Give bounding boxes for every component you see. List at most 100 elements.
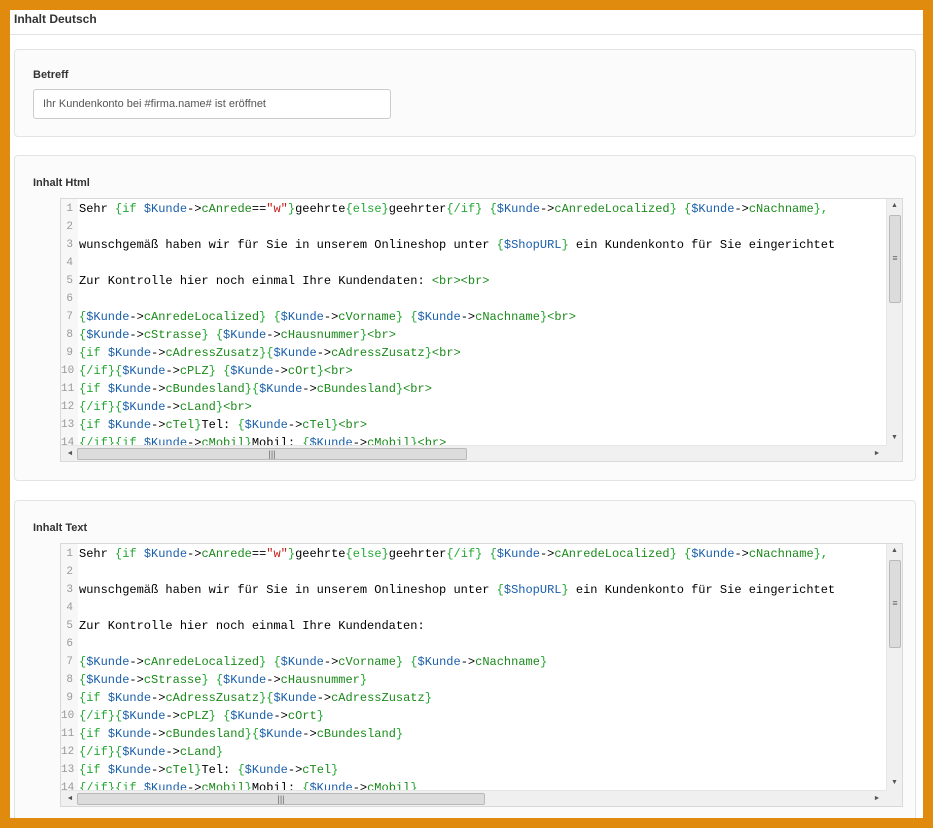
- horizontal-scroll-thumb[interactable]: |||: [77, 793, 485, 805]
- text-code-editor[interactable]: 1 Sehr {if $Kunde->cAnrede=="w"}geehrte{e…: [60, 543, 903, 807]
- code-line[interactable]: 1 Sehr {if $Kunde->cAnrede=="w"}geehrte{e…: [61, 545, 886, 563]
- code-line[interactable]: 12 {/if}{$Kunde->cLand}: [61, 743, 886, 761]
- line-number: 8: [66, 674, 73, 686]
- code-line[interactable]: 14 {/if}{if $Kunde->cMobil}Mobil: {$Kunde…: [61, 434, 886, 445]
- code-line[interactable]: 7 {$Kunde->cAnredeLocalized} {$Kunde->cVo…: [61, 653, 886, 671]
- code-line[interactable]: 4: [61, 254, 886, 272]
- scroll-up-icon[interactable]: ▲: [887, 544, 902, 558]
- code-token: {: [489, 202, 497, 216]
- html-code-editor[interactable]: 1 Sehr {if $Kunde->cAnrede=="w"}geehrte{e…: [60, 198, 903, 462]
- scroll-left-icon[interactable]: ◄: [63, 446, 77, 461]
- code-token: {if: [79, 691, 108, 705]
- line-number: 4: [66, 602, 73, 614]
- code-line[interactable]: 5 Zur Kontrolle hier noch einmal Ihre Kun…: [61, 617, 886, 635]
- vertical-scroll-thumb[interactable]: ≡: [889, 560, 901, 648]
- code-line-text: {/if}{$Kunde->cLand}: [79, 743, 223, 761]
- code-line[interactable]: 10 {/if}{$Kunde->cPLZ} {$Kunde->cOrt}<br>: [61, 362, 886, 380]
- code-line-text: {$Kunde->cStrasse} {$Kunde->cHausnummer}: [79, 671, 367, 689]
- code-line[interactable]: 4: [61, 599, 886, 617]
- code-line[interactable]: 8 {$Kunde->cStrasse} {$Kunde->cHausnummer…: [61, 671, 886, 689]
- code-token: cHausnummer: [280, 673, 360, 687]
- code-line-text: {/if}{if $Kunde->cMobil}Mobil: {$Kunde->…: [79, 434, 446, 445]
- line-number: 7: [66, 656, 73, 668]
- code-line[interactable]: 6: [61, 635, 886, 653]
- code-token: $Kunde: [417, 655, 461, 669]
- horizontal-scroll-thumb[interactable]: |||: [77, 448, 467, 460]
- scroll-down-icon[interactable]: ▼: [887, 776, 902, 790]
- code-area[interactable]: 1 Sehr {if $Kunde->cAnrede=="w"}geehrte{e…: [61, 200, 886, 445]
- code-token: ->: [352, 781, 368, 790]
- scroll-down-icon[interactable]: ▼: [887, 431, 902, 445]
- code-token: cPLZ: [179, 364, 209, 378]
- code-token: ->: [323, 310, 339, 324]
- code-token: cAdressZusatz: [331, 346, 425, 360]
- code-line[interactable]: 5 Zur Kontrolle hier noch einmal Ihre Kun…: [61, 272, 886, 290]
- code-token: {: [410, 655, 418, 669]
- code-token: Mobil:: [251, 781, 303, 790]
- horizontal-scrollbar[interactable]: ◄ ||| ►: [61, 445, 886, 461]
- horizontal-scrollbar[interactable]: ◄ ||| ►: [61, 790, 886, 806]
- code-token: ->: [287, 418, 303, 432]
- code-line[interactable]: 13 {if $Kunde->cTel}Tel: {$Kunde->cTel}: [61, 761, 886, 779]
- scroll-up-icon[interactable]: ▲: [887, 199, 902, 213]
- code-line[interactable]: 14 {/if}{if $Kunde->cMobil}Mobil: {$Kunde…: [61, 779, 886, 790]
- code-token: {if: [79, 763, 108, 777]
- code-token: ->: [187, 202, 202, 216]
- code-token: $Kunde: [122, 364, 166, 378]
- code-line[interactable]: 13 {if $Kunde->cTel}Tel: {$Kunde->cTel}<b…: [61, 416, 886, 434]
- code-token: $Kunde: [107, 727, 152, 741]
- code-token: {/if}{: [79, 364, 123, 378]
- scroll-right-icon[interactable]: ►: [870, 446, 884, 461]
- code-token: }: [316, 364, 324, 378]
- code-line[interactable]: 3 wunschgemäß haben wir für Sie in unsere…: [61, 236, 886, 254]
- code-token: ->: [129, 655, 144, 669]
- code-token: ->: [302, 382, 317, 396]
- code-token: geehrte: [295, 547, 346, 561]
- code-line[interactable]: 8 {$Kunde->cStrasse} {$Kunde->cHausnummer…: [61, 326, 886, 344]
- code-token: {/if}: [446, 202, 483, 216]
- vertical-scroll-thumb[interactable]: ≡: [889, 215, 901, 303]
- code-line[interactable]: 11 {if $Kunde->cBundesland}{$Kunde->cBund…: [61, 380, 886, 398]
- code-line[interactable]: 2: [61, 563, 886, 581]
- page-title: Inhalt Deutsch: [14, 12, 97, 26]
- vertical-scrollbar[interactable]: ▲ ≡ ▼: [886, 199, 902, 445]
- line-number: 1: [66, 203, 73, 215]
- scroll-right-icon[interactable]: ►: [870, 791, 884, 806]
- code-token: cOrt: [287, 709, 317, 723]
- code-token: cLand: [179, 400, 216, 414]
- line-number: 3: [66, 239, 73, 251]
- line-number: 13: [61, 764, 75, 776]
- code-token: <br>: [367, 328, 396, 342]
- line-number: 3: [66, 584, 73, 596]
- code-token: }: [244, 436, 252, 445]
- code-line[interactable]: 7 {$Kunde->cAnredeLocalized} {$Kunde->cVo…: [61, 308, 886, 326]
- code-token: Sehr: [79, 547, 116, 561]
- subject-input[interactable]: Ihr Kundenkonto bei #firma.name# ist erö…: [33, 89, 391, 119]
- code-token: }: [395, 655, 404, 669]
- vertical-scrollbar[interactable]: ▲ ≡ ▼: [886, 544, 902, 790]
- code-line[interactable]: 2: [61, 218, 886, 236]
- grip-icon: |||: [277, 794, 285, 804]
- code-line[interactable]: 1 Sehr {if $Kunde->cAnrede=="w"}geehrte{e…: [61, 200, 886, 218]
- code-line[interactable]: 11 {if $Kunde->cBundesland}{$Kunde->cBund…: [61, 725, 886, 743]
- code-token: ein Kundenkonto für Sie eingerichtet: [568, 583, 836, 597]
- code-token: }: [287, 547, 296, 561]
- code-line[interactable]: 3 wunschgemäß haben wir für Sie in unsere…: [61, 581, 886, 599]
- code-line[interactable]: 10 {/if}{$Kunde->cPLZ} {$Kunde->cOrt}: [61, 707, 886, 725]
- scroll-left-icon[interactable]: ◄: [63, 791, 77, 806]
- code-token: cTel: [302, 418, 332, 432]
- code-area[interactable]: 1 Sehr {if $Kunde->cAnrede=="w"}geehrte{e…: [61, 545, 886, 790]
- code-line[interactable]: 6: [61, 290, 886, 308]
- code-token: ->: [273, 709, 288, 723]
- code-token: }: [331, 763, 339, 777]
- grip-icon: ≡: [892, 253, 898, 263]
- code-line[interactable]: 12 {/if}{$Kunde->cLand}<br>: [61, 398, 886, 416]
- code-line[interactable]: 9 {if $Kunde->cAdressZusatz}{$Kunde->cAdr…: [61, 344, 886, 362]
- code-token: cAdressZusatz: [165, 691, 260, 705]
- code-line[interactable]: 9 {if $Kunde->cAdressZusatz}{$Kunde->cAdr…: [61, 689, 886, 707]
- code-token: {/if}{: [79, 745, 123, 759]
- line-number: 13: [61, 419, 75, 431]
- code-token: }: [424, 691, 432, 705]
